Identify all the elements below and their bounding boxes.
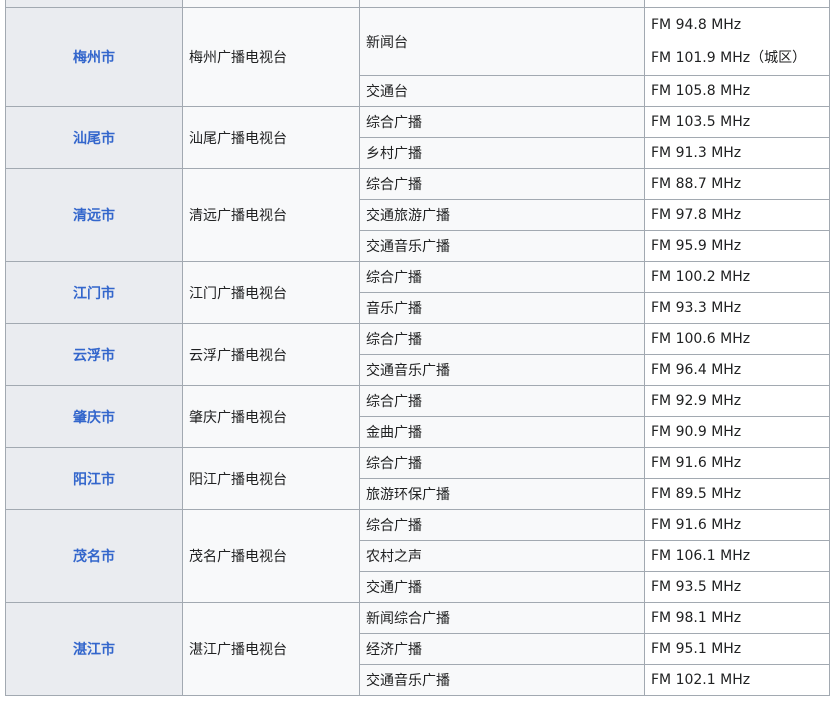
frequency-cell: FM 90.9 MHz — [644, 416, 830, 448]
table-row: 阳江市 阳江广播电视台 综合广播 FM 91.6 MHz — [5, 447, 830, 510]
city-cell: 茂名市 — [5, 509, 183, 603]
frequency-cell: FM 103.5 MHz — [644, 106, 830, 138]
frequency-line: FM 101.9 MHz（城区） — [651, 49, 807, 66]
channel-name-cell: 乡村广播 — [359, 137, 645, 169]
channel-name-cell: 音乐广播 — [359, 292, 645, 324]
broadcaster-cell: 江门广播电视台 — [182, 261, 360, 324]
broadcaster-link[interactable]: 清远广播电视台 — [189, 208, 287, 224]
channel-name-cell: 交通音乐广播 — [359, 354, 645, 386]
city-link[interactable]: 梅州市 — [73, 50, 115, 66]
frequency-cell: FM 100.6 MHz — [644, 323, 830, 355]
frequency-cell: FM 95.9 MHz — [644, 230, 830, 262]
table-row: 茂名市 茂名广播电视台 综合广播 FM 91.6 MHz — [5, 509, 830, 603]
table-row: 清远市 清远广播电视台 综合广播 FM 88.7 MHz — [5, 168, 830, 262]
frequency-cell: FM 92.9 MHz — [644, 385, 830, 417]
channel-name-cell — [359, 0, 645, 8]
broadcaster-link[interactable]: 湛江广播电视台 — [189, 642, 287, 658]
city-cell — [5, 0, 183, 8]
frequency-cell: FM 91.6 MHz — [644, 509, 830, 541]
city-link[interactable]: 湛江市 — [73, 642, 115, 658]
table-row: 湛江市 湛江广播电视台 新闻综合广播 FM 98.1 MHz — [5, 602, 830, 696]
frequency-cell: FM 94.8 MHz FM 101.9 MHz（城区） — [644, 7, 830, 76]
broadcaster-link[interactable]: 汕尾广播电视台 — [189, 131, 287, 147]
city-link[interactable]: 清远市 — [73, 208, 115, 224]
table-row — [5, 0, 830, 8]
table-row: 肇庆市 肇庆广播电视台 综合广播 FM 92.9 MHz — [5, 385, 830, 448]
channel-name-cell: 综合广播 — [359, 509, 645, 541]
broadcaster-cell: 阳江广播电视台 — [182, 447, 360, 510]
channel-name-cell: 综合广播 — [359, 261, 645, 293]
channel-name-cell: 综合广播 — [359, 168, 645, 200]
channel-name-cell: 交通音乐广播 — [359, 664, 645, 696]
frequency-cell: FM 88.7 MHz — [644, 168, 830, 200]
frequency-cell — [644, 0, 830, 8]
frequency-cell: FM 97.8 MHz — [644, 199, 830, 231]
broadcaster-cell: 肇庆广播电视台 — [182, 385, 360, 448]
table-body: 梅州市 梅州广播电视台 新闻台 FM 94.8 MHz FM 101.9 MHz（城区）… — [5, 0, 830, 696]
channel-name-cell: 综合广播 — [359, 447, 645, 479]
broadcaster-cell: 梅州广播电视台 — [182, 7, 360, 107]
channel-name-cell: 综合广播 — [359, 323, 645, 355]
city-cell: 汕尾市 — [5, 106, 183, 169]
channel-name-cell: 经济广播 — [359, 633, 645, 665]
table-row: 云浮市 云浮广播电视台 综合广播 FM 100.6 MHz — [5, 323, 830, 386]
broadcaster-link[interactable]: 云浮广播电视台 — [189, 348, 287, 364]
broadcaster-cell: 云浮广播电视台 — [182, 323, 360, 386]
city-cell: 湛江市 — [5, 602, 183, 696]
channel-name-cell: 金曲广播 — [359, 416, 645, 448]
broadcaster-link[interactable]: 梅州广播电视台 — [189, 50, 287, 66]
channel-name-cell: 综合广播 — [359, 106, 645, 138]
city-link[interactable]: 肇庆市 — [73, 410, 115, 426]
frequency-cell: FM 93.5 MHz — [644, 571, 830, 603]
radio-stations-table: 梅州市 梅州广播电视台 新闻台 FM 94.8 MHz FM 101.9 MHz（城区）… — [5, 0, 830, 696]
broadcaster-cell: 汕尾广播电视台 — [182, 106, 360, 169]
channel-name-cell: 新闻综合广播 — [359, 602, 645, 634]
page: 梅州市 梅州广播电视台 新闻台 FM 94.8 MHz FM 101.9 MHz（城区）… — [0, 0, 834, 702]
channel-name-cell: 新闻台 — [359, 7, 645, 76]
frequency-cell: FM 102.1 MHz — [644, 664, 830, 696]
frequency-cell: FM 98.1 MHz — [644, 602, 830, 634]
broadcaster-cell: 湛江广播电视台 — [182, 602, 360, 696]
channel-name-cell: 交通台 — [359, 75, 645, 107]
frequency-cell: FM 91.3 MHz — [644, 137, 830, 169]
frequency-cell: FM 96.4 MHz — [644, 354, 830, 386]
city-cell: 江门市 — [5, 261, 183, 324]
city-cell: 肇庆市 — [5, 385, 183, 448]
broadcaster-link[interactable]: 阳江广播电视台 — [189, 472, 287, 488]
city-cell: 云浮市 — [5, 323, 183, 386]
frequency-cell: FM 89.5 MHz — [644, 478, 830, 510]
frequency-line: FM 94.8 MHz — [651, 16, 742, 33]
city-cell: 清远市 — [5, 168, 183, 262]
channel-name-cell: 综合广播 — [359, 385, 645, 417]
frequency-cell: FM 95.1 MHz — [644, 633, 830, 665]
table-row: 汕尾市 汕尾广播电视台 综合广播 FM 103.5 MHz — [5, 106, 830, 169]
channel-name-cell: 交通广播 — [359, 571, 645, 603]
broadcaster-link[interactable]: 肇庆广播电视台 — [189, 410, 287, 426]
city-link[interactable]: 云浮市 — [73, 348, 115, 364]
channel-name-cell: 交通音乐广播 — [359, 230, 645, 262]
channel-name-cell: 农村之声 — [359, 540, 645, 572]
channel-name-cell: 交通旅游广播 — [359, 199, 645, 231]
city-cell: 梅州市 — [5, 7, 183, 107]
city-link[interactable]: 汕尾市 — [73, 131, 115, 147]
broadcaster-link[interactable]: 江门广播电视台 — [189, 286, 287, 302]
city-link[interactable]: 江门市 — [73, 286, 115, 302]
city-cell: 阳江市 — [5, 447, 183, 510]
broadcaster-link[interactable]: 茂名广播电视台 — [189, 549, 287, 565]
frequency-cell: FM 100.2 MHz — [644, 261, 830, 293]
frequency-cell: FM 105.8 MHz — [644, 75, 830, 107]
frequency-cell: FM 106.1 MHz — [644, 540, 830, 572]
city-link[interactable]: 阳江市 — [73, 472, 115, 488]
table-row: 梅州市 梅州广播电视台 新闻台 FM 94.8 MHz FM 101.9 MHz（城区） — [5, 7, 830, 107]
frequency-cell: FM 93.3 MHz — [644, 292, 830, 324]
frequency-cell: FM 91.6 MHz — [644, 447, 830, 479]
city-link[interactable]: 茂名市 — [73, 549, 115, 565]
table-row: 江门市 江门广播电视台 综合广播 FM 100.2 MHz — [5, 261, 830, 324]
broadcaster-cell — [182, 0, 360, 8]
channel-name-cell: 旅游环保广播 — [359, 478, 645, 510]
broadcaster-cell: 茂名广播电视台 — [182, 509, 360, 603]
broadcaster-cell: 清远广播电视台 — [182, 168, 360, 262]
